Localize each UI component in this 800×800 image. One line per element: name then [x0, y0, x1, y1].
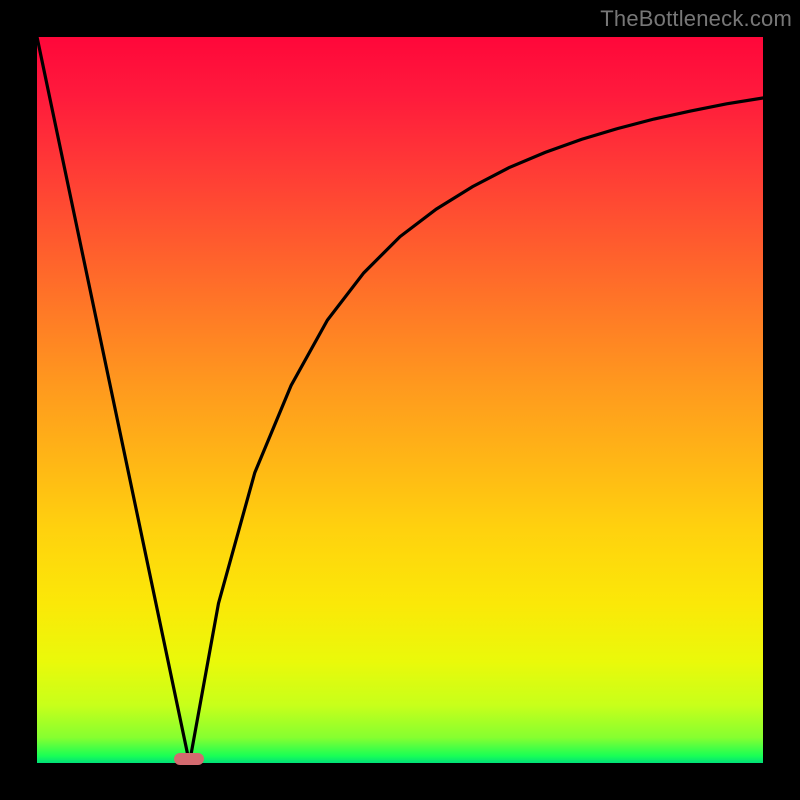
minimum-marker [174, 753, 204, 765]
plot-area [37, 37, 763, 763]
watermark-text: TheBottleneck.com [600, 6, 792, 32]
bottleneck-curve [37, 37, 763, 763]
chart-frame: TheBottleneck.com [0, 0, 800, 800]
curve-right-branch [189, 98, 763, 763]
curve-left-branch [37, 37, 189, 763]
